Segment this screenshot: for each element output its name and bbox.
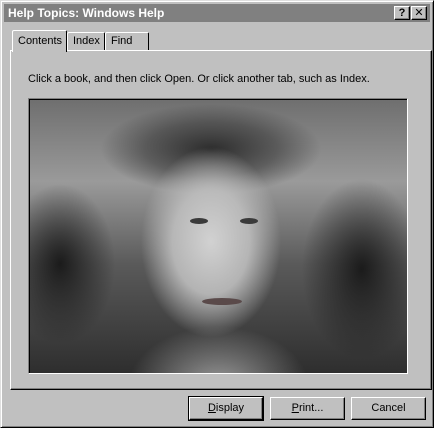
print-button-label: rint... (298, 402, 324, 414)
title-bar[interactable]: Help Topics: Windows Help ? ✕ (4, 4, 430, 22)
tab-find[interactable]: Find (105, 32, 149, 51)
close-button[interactable]: ✕ (411, 6, 427, 20)
tab-contents[interactable]: Contents (12, 30, 67, 52)
instruction-text: Click a book, and then click Open. Or cl… (28, 73, 370, 85)
left-eye-shape (190, 218, 208, 224)
mouth-shape (202, 298, 242, 305)
display-button-label: isplay (215, 402, 245, 414)
display-button[interactable]: Display (188, 396, 264, 421)
help-button[interactable]: ? (394, 6, 410, 20)
tab-index[interactable]: Index (67, 32, 105, 51)
right-eye-shape (240, 218, 258, 224)
cancel-button[interactable]: Cancel (351, 397, 426, 420)
contents-list-area[interactable] (28, 98, 408, 374)
window-title: Help Topics: Windows Help (8, 6, 165, 20)
help-topics-window: Help Topics: Windows Help ? ✕ Contents I… (0, 0, 434, 428)
contents-tab-panel: Click a book, and then click Open. Or cl… (10, 50, 432, 390)
print-button[interactable]: Print... (270, 397, 345, 420)
display-button-mnemonic: D (207, 402, 216, 414)
print-button-mnemonic: P (291, 402, 299, 414)
face-photo-image (30, 100, 407, 373)
